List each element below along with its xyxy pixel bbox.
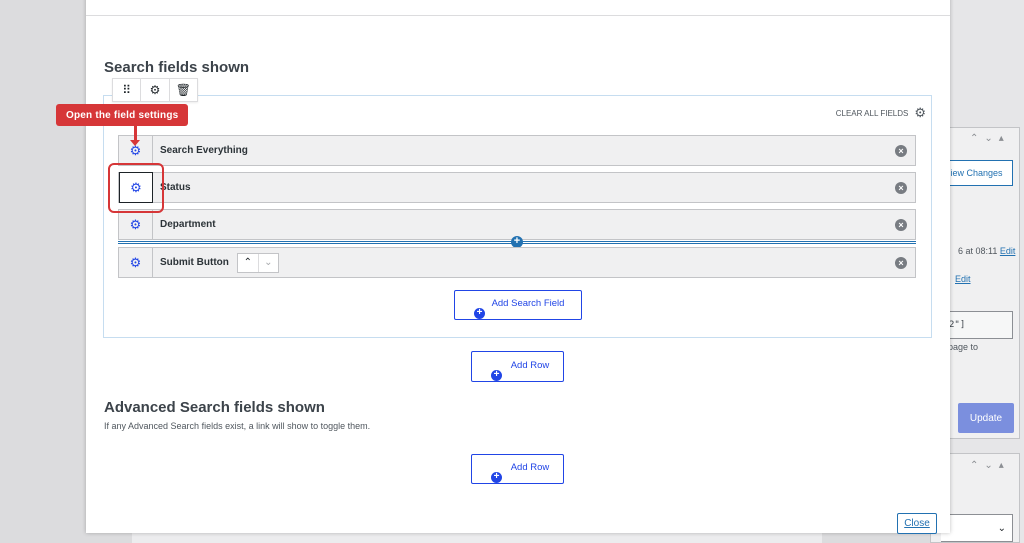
remove-field-icon[interactable]: × [895, 219, 907, 231]
date-text: 6 at 08:11 Edit [958, 246, 1016, 256]
search-fields-title: Search fields shown [104, 59, 250, 76]
add-search-field-button[interactable]: + Add Search Field [454, 290, 582, 320]
field-label: Submit Button [160, 257, 229, 268]
edit-date-link[interactable]: Edit [1000, 246, 1016, 256]
remove-field-icon[interactable]: × [895, 257, 907, 269]
block-toolbar: ⠿ ⚙ 🗑 [112, 78, 198, 102]
search-settings-modal: Search fields shown CLEAR ALL FIELDS ⚙ ⚙… [86, 0, 950, 534]
field-settings-gear-icon[interactable]: ⚙ [119, 248, 153, 277]
clear-all-label[interactable]: CLEAR ALL FIELDS [836, 109, 909, 118]
add-advanced-row-button[interactable]: + Add Row [471, 454, 564, 484]
callout-arrow-tip [130, 140, 140, 146]
edit-link[interactable]: Edit [955, 274, 971, 284]
sidebar-select[interactable]: ⌄ [941, 514, 1013, 542]
callout-label: Open the field settings [56, 104, 189, 126]
panel-arrows[interactable]: ⌃⌄▴ [970, 133, 1010, 144]
view-changes-button[interactable]: iew Changes [941, 160, 1013, 186]
field-row-search-everything[interactable]: ⚙ Search Everything × [118, 135, 916, 166]
reorder-controls: ⌃ ⌄ [236, 252, 279, 273]
page-to-text: page to [948, 342, 979, 352]
remove-field-icon[interactable]: × [895, 145, 907, 157]
field-label: Department [160, 219, 216, 230]
remove-field-icon[interactable]: × [895, 182, 907, 194]
plus-icon: + [474, 308, 485, 319]
update-button[interactable]: Update [958, 403, 1014, 433]
highlight-box [108, 163, 164, 213]
plus-icon: + [491, 472, 502, 483]
field-settings-gear-icon[interactable]: ⚙ [119, 210, 153, 239]
field-row-submit-button[interactable]: ⚙ Submit Button ⌃ ⌄ × [118, 247, 916, 278]
shortcode-field[interactable]: 2"] [941, 311, 1013, 339]
add-row-button[interactable]: + Add Row [471, 351, 564, 382]
move-down-icon[interactable]: ⌄ [257, 253, 278, 272]
modal-header-divider [86, 15, 950, 16]
plus-icon: + [491, 370, 502, 381]
field-row-status[interactable]: ⚙ Status × [118, 172, 916, 203]
close-button[interactable]: Close [897, 513, 937, 534]
gear-icon[interactable]: ⚙ [140, 79, 168, 101]
trash-icon[interactable]: 🗑 [168, 79, 197, 101]
move-up-icon[interactable]: ⌃ [238, 254, 258, 272]
gear-icon[interactable]: ⚙ [914, 105, 926, 121]
field-label: Search Everything [160, 145, 248, 156]
advanced-search-title: Advanced Search fields shown [104, 399, 325, 416]
panel-arrows-2[interactable]: ⌃⌄▴ [970, 460, 1010, 471]
drag-handle-icon[interactable]: ⠿ [113, 79, 140, 101]
clear-all-fields[interactable]: CLEAR ALL FIELDS ⚙ [836, 105, 926, 121]
advanced-search-description: If any Advanced Search fields exist, a l… [104, 421, 371, 431]
